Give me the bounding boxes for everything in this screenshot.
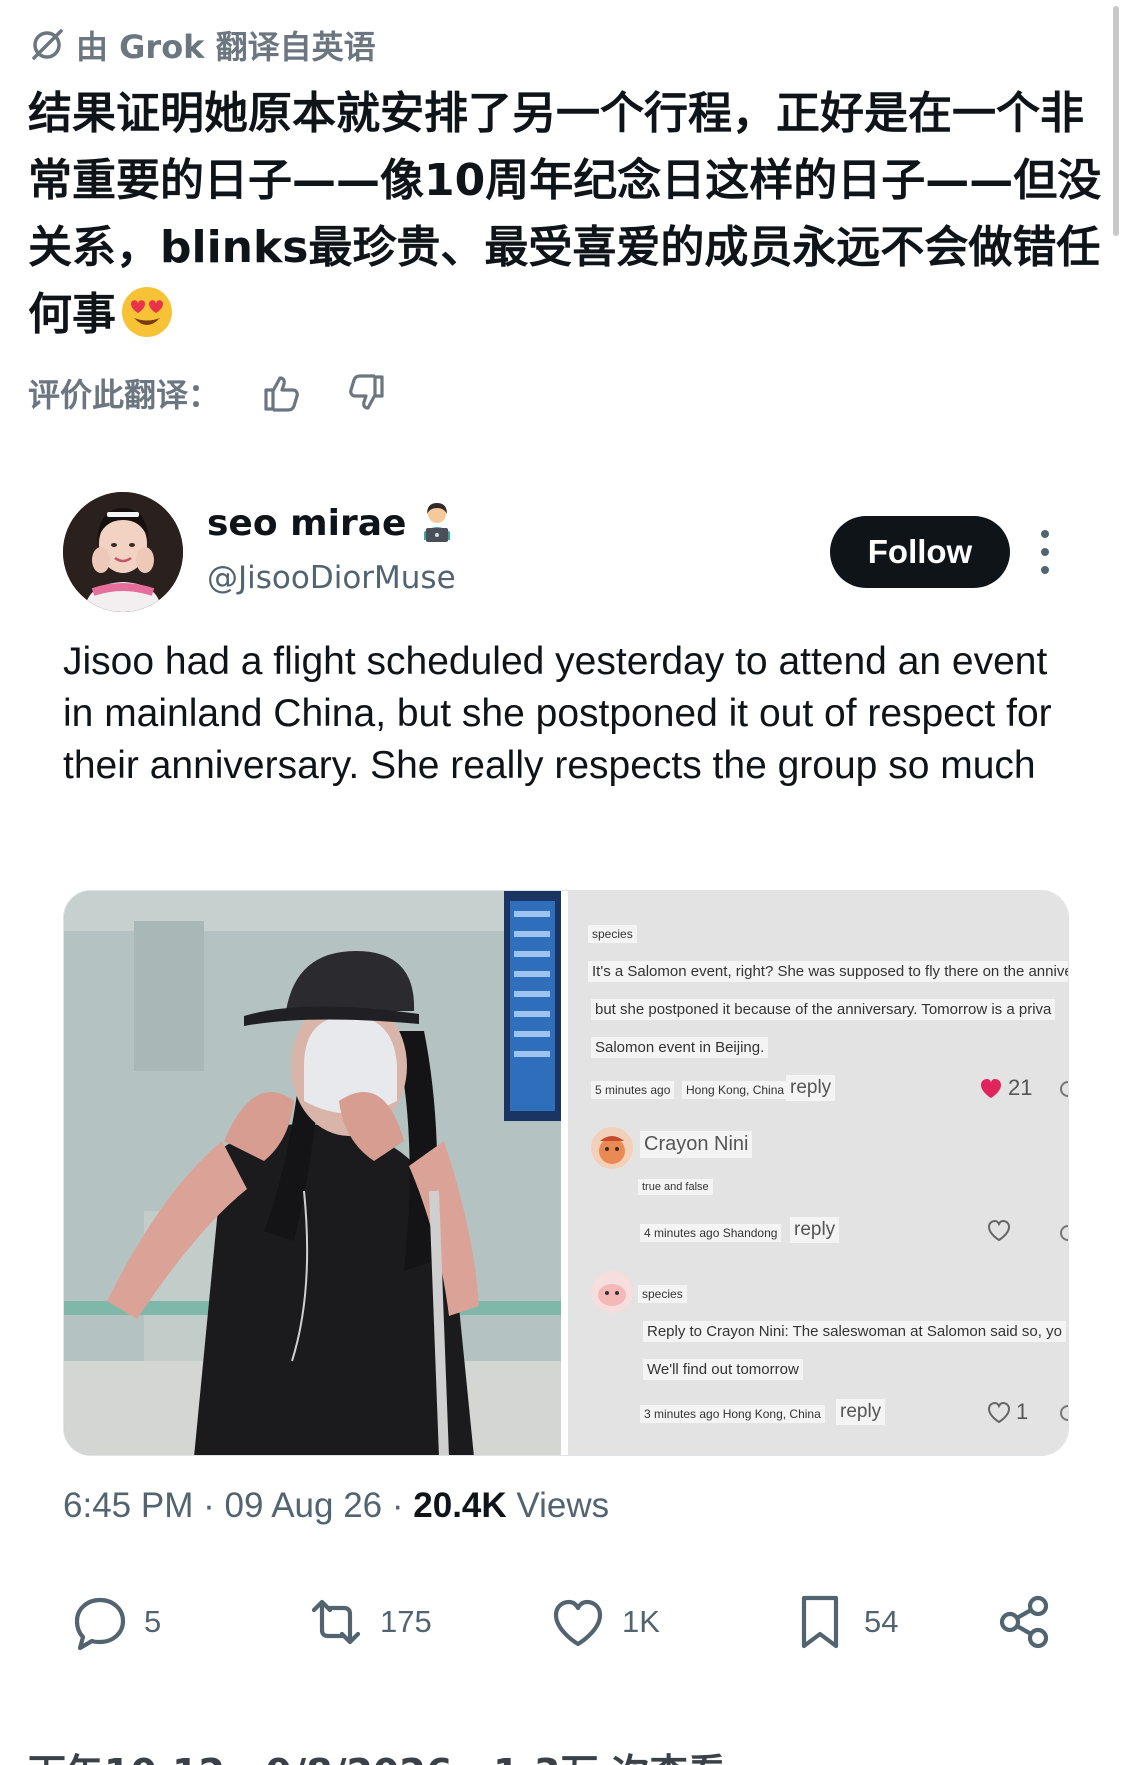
views-label: Views bbox=[516, 1486, 610, 1525]
comment-text: Reply to Crayon Nini: The saleswoman at … bbox=[643, 1321, 1066, 1342]
heart-icon bbox=[553, 1599, 603, 1647]
scrollbar[interactable] bbox=[1113, 6, 1119, 236]
profile-photo bbox=[63, 492, 183, 612]
comment-text: Salomon event in Beijing. bbox=[591, 1037, 769, 1058]
translated-text-body: 结果证明她原本就安排了另一个行程，正好是在一个非常重要的日子——像10周年纪念日… bbox=[28, 88, 1102, 340]
comment-time: 5 minutes ago bbox=[591, 1081, 675, 1099]
comment-avatar bbox=[591, 1127, 633, 1169]
comment-text: We'll find out tomorrow bbox=[643, 1359, 803, 1380]
heart-outline-icon bbox=[987, 1401, 1011, 1424]
action-bar: 5 175 1K 54 bbox=[70, 1592, 1070, 1662]
comment-like-count: 21 bbox=[1008, 1075, 1033, 1100]
meta-separator: · bbox=[203, 1486, 215, 1525]
comment-edge-icon bbox=[1060, 1225, 1068, 1241]
thumbs-up-icon[interactable] bbox=[260, 371, 304, 415]
comment-time: 3 minutes ago Hong Kong, China bbox=[640, 1405, 825, 1423]
author-name[interactable]: seo mirae bbox=[207, 502, 458, 544]
comment-like bbox=[986, 1217, 1012, 1243]
thumbs-down-icon[interactable] bbox=[344, 371, 388, 415]
avatar[interactable] bbox=[63, 492, 183, 612]
reply-count: 5 bbox=[144, 1604, 162, 1639]
heart-eyes-emoji bbox=[122, 287, 172, 337]
share-button[interactable] bbox=[994, 1592, 1054, 1652]
comment-edge-icon bbox=[1060, 1405, 1068, 1421]
like-button[interactable]: 1K bbox=[548, 1592, 660, 1652]
comment-like: 1 bbox=[986, 1399, 1028, 1425]
comment-username: species bbox=[638, 1285, 687, 1303]
airport-heart-photo bbox=[64, 891, 561, 1455]
comment-username: Crayon Nini bbox=[640, 1131, 753, 1158]
repost-count: 175 bbox=[380, 1604, 432, 1639]
repost-button[interactable]: 175 bbox=[306, 1592, 432, 1652]
translation-banner: 由 Grok 翻译自英语 bbox=[28, 22, 376, 68]
tweet-meta: 6:45 PM · 09 Aug 26 · 20.4K Views bbox=[63, 1486, 609, 1526]
share-icon bbox=[999, 1595, 1049, 1649]
quoted-meta-line: 下午10:12 · 9/8/2026 · 1.3万 次查看 bbox=[28, 1742, 726, 1765]
comment-username: species bbox=[588, 925, 637, 943]
media-photo[interactable] bbox=[64, 891, 561, 1455]
repost-icon bbox=[311, 1599, 361, 1645]
translated-text: 结果证明她原本就安排了另一个行程，正好是在一个非常重要的日子——像10周年纪念日… bbox=[28, 80, 1108, 348]
reply-button[interactable]: 5 bbox=[70, 1592, 161, 1652]
tweet-date[interactable]: 09 Aug 26 bbox=[224, 1486, 382, 1525]
comment-like-count: 1 bbox=[1016, 1399, 1029, 1424]
comment-edge-icon bbox=[1060, 1081, 1068, 1097]
comment-reply-link: reply bbox=[836, 1399, 886, 1425]
media-grid[interactable]: species It's a Salomon event, right? She… bbox=[63, 890, 1069, 1456]
meta-separator: · bbox=[391, 1486, 404, 1525]
comment-avatar bbox=[591, 1271, 633, 1313]
reply-icon bbox=[74, 1597, 126, 1651]
comment-reply-link: reply bbox=[790, 1217, 840, 1243]
follow-button[interactable]: Follow bbox=[830, 516, 1010, 588]
technologist-emoji bbox=[424, 503, 451, 542]
comment-reply-link: reply bbox=[786, 1075, 836, 1101]
comment-time: 4 minutes ago Shandong bbox=[640, 1224, 782, 1242]
views-count: 20.4K bbox=[413, 1486, 507, 1525]
bookmark-icon bbox=[801, 1595, 839, 1649]
author-name-text: seo mirae bbox=[207, 502, 407, 544]
like-count: 1K bbox=[622, 1604, 660, 1639]
media-comment-screenshot[interactable]: species It's a Salomon event, right? She… bbox=[568, 891, 1068, 1455]
heart-outline-icon bbox=[987, 1219, 1011, 1242]
bookmark-button[interactable]: 54 bbox=[790, 1592, 898, 1652]
more-options-icon[interactable] bbox=[1036, 530, 1054, 574]
tweet-text: Jisoo had a flight scheduled yesterday t… bbox=[63, 640, 1052, 787]
grok-slash-icon bbox=[32, 29, 63, 60]
author-handle[interactable]: @JisooDiorMuse bbox=[207, 560, 456, 596]
tweet-time[interactable]: 6:45 PM bbox=[63, 1486, 193, 1525]
comment-text: but she postponed it because of the anni… bbox=[591, 999, 1056, 1020]
comment-text: It's a Salomon event, right? She was sup… bbox=[588, 961, 1068, 982]
translation-banner-label: 由 Grok 翻译自英语 bbox=[76, 28, 376, 66]
comment-like: 21 bbox=[978, 1075, 1032, 1101]
bookmark-count: 54 bbox=[864, 1604, 899, 1639]
heart-filled-icon bbox=[981, 1079, 1001, 1098]
comment-location: Hong Kong, China bbox=[682, 1081, 789, 1099]
rate-translation-label: 评价此翻译： bbox=[28, 376, 221, 414]
comment-text: true and false bbox=[638, 1179, 713, 1195]
rate-translation: 评价此翻译： bbox=[28, 370, 388, 416]
